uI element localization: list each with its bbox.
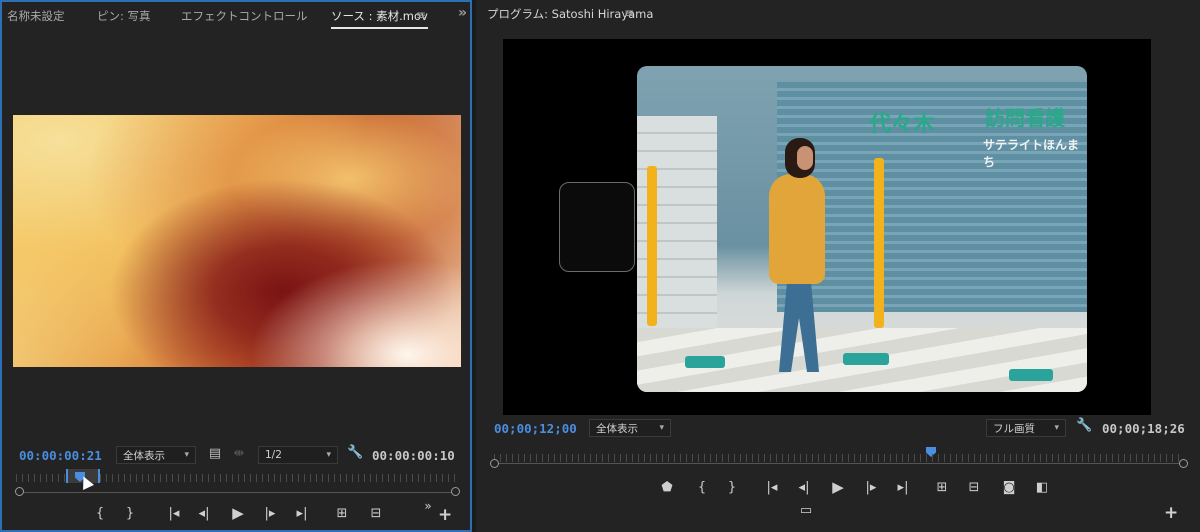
panel-menu-icon[interactable]: ≡ (624, 6, 634, 20)
program-monitor-panel: プログラム: Satoshi Hirayama ≡ 代々木 訪問看護 サテライト… (476, 0, 1200, 532)
go-to-out-button[interactable]: ▸| (292, 506, 312, 521)
program-duration: 00;00;18;26 (1102, 421, 1185, 436)
go-to-out-button[interactable]: ▸| (893, 480, 913, 495)
chevron-down-icon: ▾ (1054, 423, 1059, 433)
program-timecode[interactable]: 00;00;12;00 (494, 421, 577, 436)
mark-out-button[interactable]: } (120, 506, 140, 521)
step-back-button[interactable]: ◂| (794, 480, 814, 495)
tab-effect-controls[interactable]: エフェクトコントロール (181, 8, 308, 24)
add-button-icon[interactable]: + (1164, 503, 1178, 523)
person-face (797, 146, 813, 170)
add-button-icon[interactable]: + (438, 505, 452, 525)
step-forward-button[interactable]: |▸ (861, 480, 881, 495)
wrench-icon[interactable]: 🔧 (347, 445, 363, 460)
yellow-post (874, 158, 884, 328)
source-zoom-value: 全体表示 (123, 449, 165, 462)
source-scrub-track[interactable] (20, 492, 456, 493)
tab-pin-photo[interactable]: ピン: 写真 (97, 8, 151, 24)
program-zoom-select[interactable]: 全体表示 ▾ (589, 419, 671, 437)
source-zoom-select[interactable]: 全体表示 ▾ (116, 446, 196, 464)
play-button[interactable]: ▶ (828, 478, 848, 496)
program-time-ruler[interactable] (494, 454, 1180, 462)
chevron-down-icon: ▾ (326, 450, 331, 460)
play-button[interactable]: ▶ (228, 504, 248, 522)
source-timecode[interactable]: 00:00:00:21 (19, 448, 102, 463)
source-video-frame (13, 115, 461, 367)
source-duration: 00:00:00:10 (372, 448, 455, 463)
program-zoom-value: 全体表示 (596, 422, 638, 435)
sign-yoyogi: 代々木 (869, 112, 936, 137)
insert-disabled-icon: ⇼ (233, 446, 245, 461)
tab-source[interactable]: ソース : 素材.mov (331, 8, 428, 29)
parking-stop (685, 356, 725, 368)
double-chevron-right-icon[interactable]: » (458, 5, 467, 21)
more-controls-icon[interactable]: » (418, 499, 438, 513)
street-photo: 代々木 訪問看護 サテライトほんまち (637, 66, 1087, 392)
resolution-select[interactable]: 1/2 ▾ (258, 446, 338, 464)
go-to-in-button[interactable]: |◂ (164, 506, 184, 521)
program-video-frame: 代々木 訪問看護 サテライトほんまち (503, 39, 1151, 415)
step-forward-button[interactable]: |▸ (260, 506, 280, 521)
mark-out-button[interactable]: } (722, 480, 742, 495)
chevron-down-icon: ▾ (659, 423, 664, 433)
source-monitor-panel: 名称未設定 ピン: 写真 エフェクトコントロール ソース : 素材.mov ≡ … (0, 0, 472, 532)
sign-home-nursing: 訪問看護 (985, 106, 1065, 130)
mark-in-button[interactable]: { (90, 506, 110, 521)
step-back-button[interactable]: ◂| (194, 506, 214, 521)
chevron-down-icon: ▾ (184, 450, 189, 460)
add-marker-button[interactable]: ⬟ (657, 480, 677, 495)
multi-camera-icon[interactable]: ▭ (796, 503, 816, 518)
overwrite-button[interactable]: ⊟ (366, 506, 386, 521)
yellow-post (647, 166, 657, 326)
scroll-end-handle[interactable] (451, 487, 460, 496)
playback-quality-value: フル画質 (993, 422, 1035, 435)
wrench-icon[interactable]: 🔧 (1076, 418, 1092, 433)
person-yellow-coat (769, 174, 825, 284)
go-to-in-button[interactable]: |◂ (762, 480, 782, 495)
parking-stop (1009, 369, 1053, 381)
panel-menu-icon[interactable]: ≡ (416, 8, 426, 22)
scroll-start-handle[interactable] (490, 459, 499, 468)
mark-in-button[interactable]: { (692, 480, 712, 495)
lift-button[interactable]: ⊞ (932, 480, 952, 495)
settings-panel-icon[interactable]: ▤ (207, 446, 223, 461)
playback-quality-select[interactable]: フル画質 ▾ (986, 419, 1066, 437)
scroll-end-handle[interactable] (1179, 459, 1188, 468)
insert-button[interactable]: ⊞ (332, 506, 352, 521)
frame-overlay-shape (559, 182, 635, 272)
camera-icon[interactable]: ◙ (999, 480, 1019, 495)
program-scrub-track[interactable] (496, 463, 1182, 464)
parking-stop (843, 353, 889, 365)
scroll-start-handle[interactable] (15, 487, 24, 496)
comparison-view-icon[interactable]: ◧ (1032, 480, 1052, 495)
resolution-value: 1/2 (265, 449, 282, 461)
sign-satellite: サテライトほんまち (983, 138, 1080, 169)
tab-untitled[interactable]: 名称未設定 (7, 8, 65, 24)
extract-button[interactable]: ⊟ (964, 480, 984, 495)
